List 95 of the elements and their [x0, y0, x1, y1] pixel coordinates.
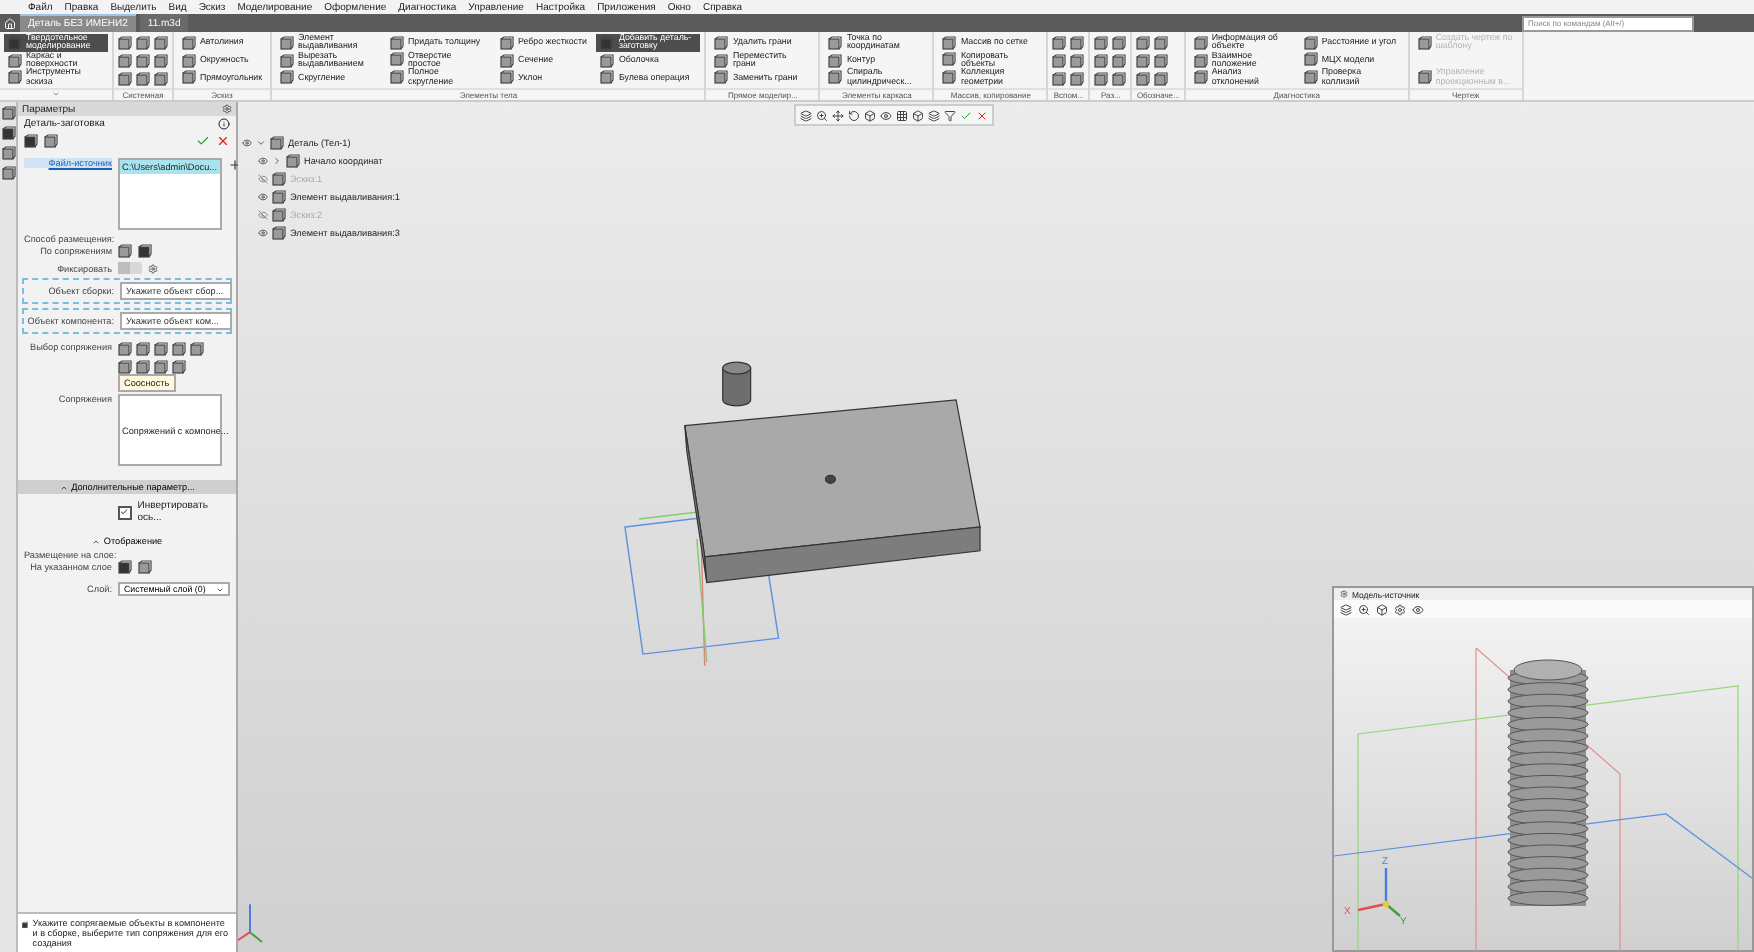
- tool-icon[interactable]: [1154, 71, 1169, 85]
- tool-icon[interactable]: [154, 53, 168, 67]
- tool-icon[interactable]: [828, 70, 843, 85]
- axis-triad-icon: [1357, 868, 1401, 917]
- tool-icon[interactable]: [136, 53, 150, 67]
- tool-icon[interactable]: [1136, 53, 1151, 67]
- eye-icon[interactable]: [242, 137, 252, 147]
- info-icon[interactable]: [218, 118, 230, 130]
- layers-icon[interactable]: [800, 109, 812, 121]
- tool-icon[interactable]: [1193, 70, 1208, 85]
- settings-icon[interactable]: [1340, 590, 1348, 598]
- tool-icon[interactable]: [182, 70, 196, 85]
- tool-icon[interactable]: [1193, 35, 1208, 50]
- eye-off-icon[interactable]: [258, 173, 268, 183]
- tool-icon[interactable]: [1094, 71, 1109, 85]
- eye-icon[interactable]: [1412, 603, 1424, 615]
- caret-icon[interactable]: [272, 155, 282, 165]
- eye-icon[interactable]: [258, 227, 268, 237]
- tool-icon[interactable]: [828, 53, 843, 67]
- eye-icon[interactable]: [258, 191, 268, 201]
- rotate-icon[interactable]: [848, 109, 860, 121]
- fix-toggle[interactable]: [118, 262, 142, 274]
- close-icon[interactable]: [976, 109, 988, 121]
- home-icon[interactable]: [4, 17, 16, 29]
- tool-icon[interactable]: [1094, 53, 1109, 67]
- tool-icon[interactable]: [1052, 53, 1067, 67]
- zoom-icon[interactable]: [1358, 603, 1370, 615]
- tool-icon[interactable]: [136, 35, 150, 49]
- close-icon[interactable]: [216, 134, 230, 148]
- tool-icon[interactable]: [390, 35, 405, 50]
- axis-triad-icon: [238, 903, 263, 944]
- filter-icon[interactable]: [944, 109, 956, 121]
- caret-icon[interactable]: [256, 137, 266, 147]
- confirm-icon[interactable]: [196, 134, 210, 148]
- tool-icon[interactable]: [182, 53, 196, 67]
- tool-icon[interactable]: [118, 53, 132, 67]
- settings-icon[interactable]: [1394, 603, 1406, 615]
- tool-icon[interactable]: [1303, 35, 1318, 50]
- cube-icon[interactable]: [864, 109, 876, 121]
- tool-icon[interactable]: [280, 70, 295, 85]
- settings-icon[interactable]: [148, 263, 158, 273]
- tool-icon[interactable]: [136, 71, 150, 85]
- tool-icon[interactable]: [154, 35, 168, 49]
- tool-icon[interactable]: [600, 70, 615, 85]
- tool-icon[interactable]: [942, 70, 957, 85]
- tool-icon[interactable]: [154, 71, 168, 85]
- tool-icon[interactable]: [1052, 71, 1067, 85]
- tool-icon[interactable]: [828, 35, 843, 50]
- tool-icon[interactable]: [390, 70, 405, 85]
- grid-icon[interactable]: [896, 109, 908, 121]
- tool-icon[interactable]: [942, 35, 957, 50]
- tool-icon[interactable]: [1112, 71, 1127, 85]
- tool-icon[interactable]: [500, 53, 515, 67]
- tool-icon[interactable]: [1094, 35, 1109, 49]
- tool-icon[interactable]: [1112, 35, 1127, 49]
- tool-icon[interactable]: [500, 70, 515, 85]
- eye-icon[interactable]: [880, 109, 892, 121]
- tool-icon[interactable]: [1303, 70, 1318, 85]
- tool-icon[interactable]: [1070, 35, 1085, 49]
- tool-icon[interactable]: [1136, 71, 1151, 85]
- layers-icon[interactable]: [1340, 603, 1352, 615]
- add-icon[interactable]: [228, 158, 242, 172]
- tool-icon[interactable]: [1303, 52, 1318, 67]
- tool-icon[interactable]: [1136, 35, 1151, 49]
- cube-icon[interactable]: [1376, 603, 1388, 615]
- confirm-icon[interactable]: [960, 109, 972, 121]
- tool-icon[interactable]: [1070, 71, 1085, 85]
- tool-icon[interactable]: [280, 35, 295, 50]
- tool-icon[interactable]: [500, 35, 515, 50]
- tool-icon[interactable]: [600, 53, 615, 68]
- tool-icon[interactable]: [1193, 53, 1208, 67]
- tool-icon[interactable]: [714, 35, 729, 50]
- tool-icon[interactable]: [714, 53, 729, 67]
- tool-icon[interactable]: [1154, 35, 1169, 49]
- tool-icon[interactable]: [118, 35, 132, 49]
- tool-icon[interactable]: [714, 70, 729, 85]
- zoom-icon[interactable]: [816, 109, 828, 121]
- settings-icon[interactable]: [222, 104, 232, 114]
- eye-icon[interactable]: [258, 155, 268, 165]
- move-icon[interactable]: [832, 109, 844, 121]
- tool-icon[interactable]: [1052, 35, 1067, 49]
- tool-icon[interactable]: [942, 52, 957, 67]
- tool-icon[interactable]: [1070, 53, 1085, 67]
- eye-off-icon[interactable]: [258, 209, 268, 219]
- tool-icon[interactable]: [280, 53, 295, 68]
- tool-icon[interactable]: [8, 53, 22, 67]
- tool-icon[interactable]: [1154, 53, 1169, 67]
- tool-icon[interactable]: [182, 35, 196, 50]
- layers-icon[interactable]: [928, 109, 940, 121]
- tool-icon[interactable]: [8, 70, 22, 85]
- cube-icon[interactable]: [912, 109, 924, 121]
- tool-icon[interactable]: [390, 52, 405, 67]
- tool-icon[interactable]: [1112, 53, 1127, 67]
- tool-icon[interactable]: [118, 71, 132, 85]
- checkbox[interactable]: [118, 505, 132, 519]
